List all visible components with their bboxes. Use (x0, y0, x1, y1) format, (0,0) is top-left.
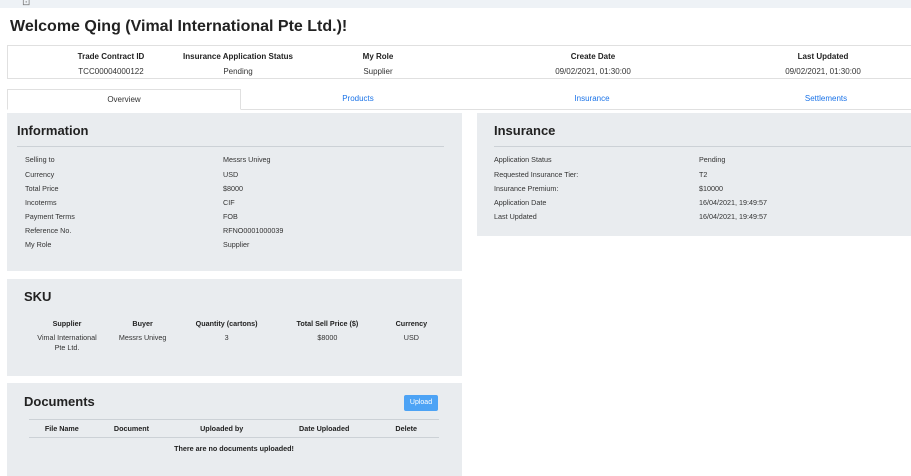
tab-insurance[interactable]: Insurance (475, 89, 709, 109)
summary-value: Pending (223, 67, 253, 76)
info-value: RFNO0001000039 (223, 226, 284, 235)
upload-button[interactable]: Upload (404, 395, 438, 411)
info-key: Selling to (25, 155, 55, 164)
ins-value: T2 (699, 170, 708, 179)
ins-key: Insurance Premium: (494, 184, 559, 193)
ins-value: 16/04/2021, 19:49:57 (699, 212, 767, 221)
info-value: USD (223, 170, 239, 179)
column-header: Uploaded by (168, 419, 275, 438)
info-value: CIF (223, 198, 235, 207)
ins-value: 16/04/2021, 19:49:57 (699, 198, 767, 207)
summary-label: Trade Contract ID (77, 52, 145, 61)
table-cell: USD (403, 333, 419, 342)
divider (17, 146, 444, 147)
table-cell: $8000 (317, 333, 338, 342)
summary-insurance-status: Insurance Application Status Pending (178, 52, 298, 76)
insurance-title: Insurance (494, 123, 556, 138)
summary-create-date: Create Date 09/02/2021, 01:30:00 (538, 52, 648, 76)
page-title: Welcome Qing (Vimal International Pte Lt… (10, 18, 348, 35)
ins-key: Requested Insurance Tier: (494, 170, 579, 179)
summary-label: Insurance Application Status (183, 52, 293, 61)
column-header: Buyer (132, 319, 153, 328)
ins-value: $10000 (699, 184, 723, 193)
summary-value: 09/02/2021, 01:30:00 (785, 67, 861, 76)
info-value: $8000 (223, 184, 243, 193)
sku-card: SKU Supplier Buyer Quantity (cartons) To… (7, 279, 462, 376)
ins-value: Pending (699, 155, 726, 164)
info-key: Reference No. (25, 226, 72, 235)
tab-bar: Overview Products Insurance Settlements (7, 89, 911, 110)
summary-trade-contract-id: Trade Contract ID TCC00004000122 (56, 52, 166, 76)
ins-key: Last Updated (494, 212, 537, 221)
divider (494, 146, 911, 147)
table-cell: 3 (224, 333, 229, 342)
info-key: Total Price (25, 184, 59, 193)
table-header-row: File Name Document Uploaded by Date Uplo… (29, 419, 439, 438)
summary-value: TCC00004000122 (78, 67, 144, 76)
empty-row: There are no documents uploaded! (29, 438, 439, 458)
column-header: Date Uploaded (274, 419, 374, 438)
column-header: Supplier (52, 319, 82, 328)
info-key: Incoterms (25, 198, 57, 207)
info-key: Payment Terms (25, 212, 75, 221)
app-icon: ⊡ (22, 0, 31, 8)
sku-table: Supplier Buyer Quantity (cartons) Total … (25, 315, 445, 354)
ins-key: Application Status (494, 155, 552, 164)
documents-title: Documents (24, 394, 95, 409)
column-header: Delete (373, 419, 439, 438)
summary-last-updated: Last Updated 09/02/2021, 01:30:00 (768, 52, 878, 76)
contract-summary: Trade Contract ID TCC00004000122 Insuran… (7, 45, 911, 79)
summary-value: Supplier (363, 67, 393, 76)
empty-message: There are no documents uploaded! (174, 444, 294, 453)
summary-my-role: My Role Supplier (338, 52, 418, 76)
column-header: Currency (395, 319, 428, 328)
table-row: Vimal International Pte Ltd. Messrs Univ… (25, 332, 445, 354)
column-header: Total Sell Price ($) (296, 319, 359, 328)
column-header: Quantity (cartons) (195, 319, 258, 328)
table-cell: Vimal International Pte Ltd. (37, 333, 97, 352)
information-title: Information (17, 123, 89, 138)
info-value: Messrs Univeg (223, 155, 271, 164)
summary-label: Create Date (570, 52, 616, 61)
column-header: File Name (29, 419, 95, 438)
info-key: My Role (25, 240, 52, 249)
tab-overview[interactable]: Overview (7, 89, 241, 110)
top-strip: ⊡ (0, 0, 911, 8)
insurance-card: Insurance Application Status Pending Req… (477, 113, 911, 236)
documents-table: File Name Document Uploaded by Date Uplo… (29, 419, 439, 457)
info-value: FOB (223, 212, 238, 221)
summary-label: My Role (362, 52, 394, 61)
documents-card: Documents File Name Document Uploaded by… (7, 383, 462, 476)
tab-products[interactable]: Products (241, 89, 475, 109)
table-cell: Messrs Univeg (118, 333, 167, 342)
ins-key: Application Date (494, 198, 547, 207)
table-header-row: Supplier Buyer Quantity (cartons) Total … (25, 315, 445, 332)
tab-settlements[interactable]: Settlements (709, 89, 911, 109)
info-value: Supplier (223, 240, 250, 249)
sku-title: SKU (24, 289, 52, 304)
information-card: Information Selling to Messrs Univeg Cur… (7, 113, 462, 271)
column-header: Document (94, 419, 169, 438)
summary-value: 09/02/2021, 01:30:00 (555, 67, 631, 76)
info-key: Currency (25, 170, 55, 179)
summary-label: Last Updated (797, 52, 849, 61)
